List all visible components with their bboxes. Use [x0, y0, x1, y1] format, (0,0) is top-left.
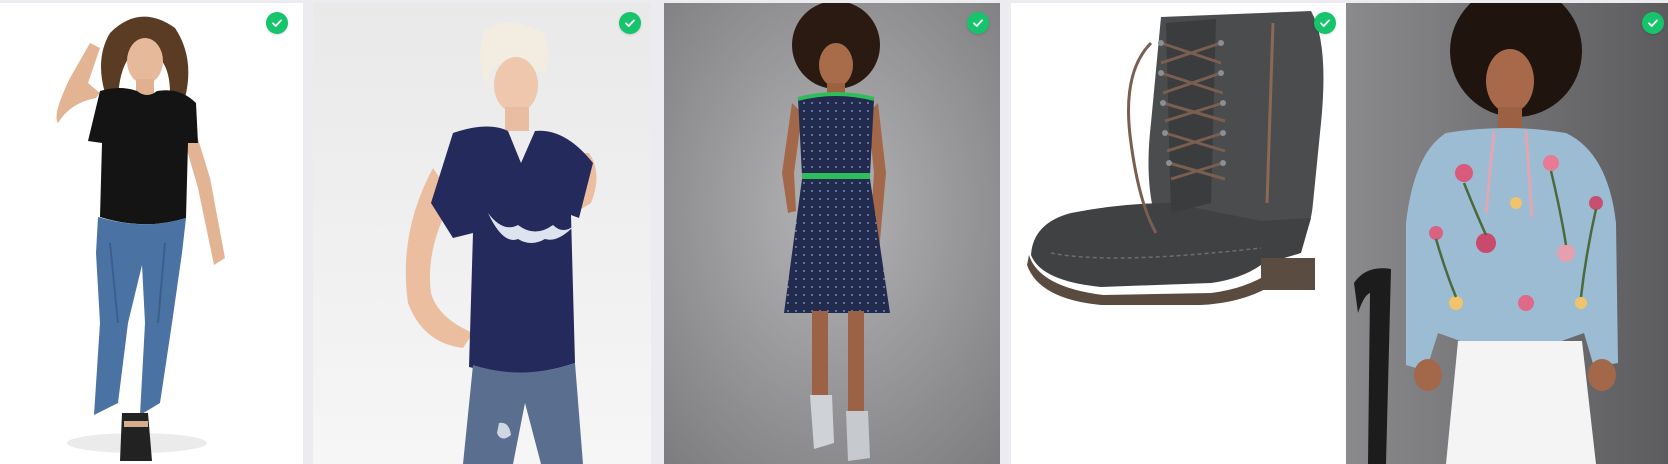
product-image-gallery	[0, 0, 1668, 464]
gallery-tile-polka-dress[interactable]	[664, 3, 1000, 464]
selected-check-badge[interactable]	[266, 12, 288, 34]
product-photo-black-tshirt	[0, 3, 303, 464]
product-photo-floral-blouse	[1346, 3, 1668, 464]
gallery-tile-floral-blouse[interactable]	[1346, 3, 1668, 464]
checkmark-icon	[272, 19, 282, 27]
product-photo-lace-boot	[1011, 3, 1346, 464]
checkmark-icon	[1320, 19, 1330, 27]
gallery-tile-navy-tshirt[interactable]	[313, 3, 651, 464]
selected-check-badge[interactable]	[1314, 12, 1336, 34]
gallery-tile-black-tshirt[interactable]	[0, 3, 303, 464]
gallery-tile-lace-boot[interactable]	[1011, 3, 1346, 464]
checkmark-icon	[973, 19, 983, 27]
selected-check-badge[interactable]	[967, 12, 989, 34]
selected-check-badge[interactable]	[619, 12, 641, 34]
selected-check-badge[interactable]	[1642, 12, 1664, 34]
product-photo-navy-tshirt	[313, 3, 651, 464]
product-photo-polka-dress	[664, 3, 1000, 464]
checkmark-icon	[1648, 19, 1658, 27]
checkmark-icon	[625, 19, 635, 27]
